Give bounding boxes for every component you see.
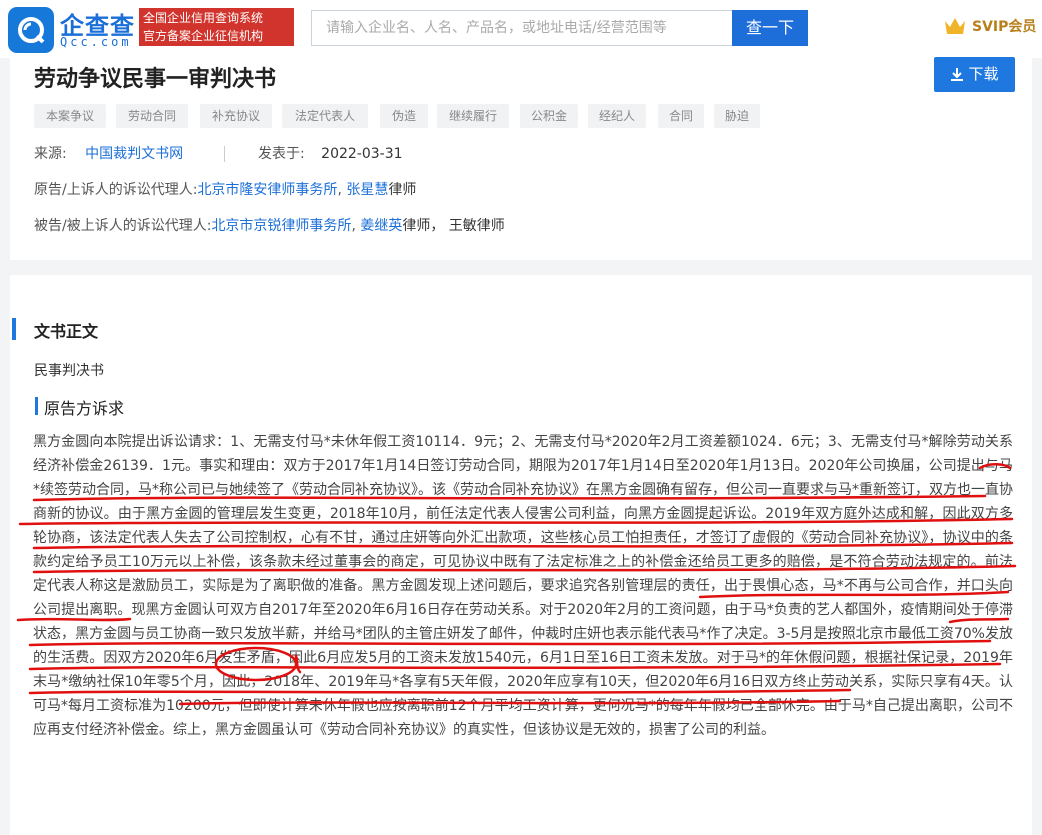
plaintiff-agent-row: 原告/上诉人的诉讼代理人:北京市隆安律师事务所, 张星慧律师: [34, 179, 416, 199]
page-title: 劳动争议民事一审判决书: [34, 67, 277, 92]
plaintiff-separator: ,: [337, 182, 342, 198]
svip-link[interactable]: SVIP会员: [972, 16, 1036, 36]
tag-item[interactable]: 经纪人: [588, 104, 646, 128]
tag-item[interactable]: 继续履行: [437, 104, 509, 128]
defendant-firm-link[interactable]: 北京市京锐律师事务所: [211, 218, 351, 234]
tag-item[interactable]: 本案争议: [34, 104, 106, 128]
defendant-agent-row: 被告/被上诉人的诉讼代理人:北京市京锐律师事务所, 姜继英律师， 王敏律师: [34, 215, 505, 235]
crown-icon: [945, 18, 965, 34]
defendant-lawyer-link[interactable]: 姜继英: [360, 218, 402, 234]
tag-item[interactable]: 胁迫: [714, 104, 760, 128]
plaintiff-firm-link[interactable]: 北京市隆安律师事务所: [197, 182, 337, 198]
tag-item[interactable]: 合同: [658, 104, 704, 128]
badge-line-1: 全国企业信用查询系统: [143, 11, 264, 25]
section-marker: [12, 318, 16, 340]
document-type: 民事判决书: [34, 363, 104, 379]
plaintiff-lawyer-link[interactable]: 张星慧: [346, 182, 388, 198]
section-title: 文书正文: [34, 322, 99, 341]
search-input[interactable]: 请输入企业名、人名、产品名，或地址电话/经营范围等: [311, 10, 732, 46]
published-label: 发表于:: [258, 146, 305, 162]
tag-item[interactable]: 补充协议: [200, 104, 272, 128]
divider: [224, 146, 225, 162]
source-link[interactable]: 中国裁判文书网: [85, 146, 183, 162]
download-button[interactable]: 下载: [934, 57, 1015, 92]
plaintiff-agent-label: 原告/上诉人的诉讼代理人:: [34, 182, 198, 198]
defendant-lawyer-suffix: 律师， 王敏律师: [402, 218, 505, 234]
document-paragraph: 黑方金圆向本院提出诉讼请求：1、无需支付马*未休年假工资10114．9元；2、无…: [33, 434, 1013, 738]
badge-line-2: 官方备案企业征信机构: [143, 29, 264, 43]
download-icon: [951, 68, 964, 81]
qcc-logo-icon[interactable]: [8, 7, 54, 53]
tag-item[interactable]: 法定代表人: [282, 104, 368, 128]
subsection-marker: [35, 397, 38, 415]
source-label: 来源:: [34, 146, 67, 162]
search-button[interactable]: 查一下: [732, 10, 808, 46]
defendant-agent-label: 被告/被上诉人的诉讼代理人:: [34, 218, 212, 234]
published-row: 发表于: 2022-03-31: [258, 143, 403, 163]
subsection-title: 原告方诉求: [44, 399, 125, 418]
tag-item[interactable]: 公积金: [520, 104, 578, 128]
logo-subtitle: Qcc.com: [60, 35, 132, 49]
official-badge: 全国企业信用查询系统 官方备案企业征信机构: [139, 8, 294, 46]
tag-item[interactable]: 劳动合同: [116, 104, 188, 128]
download-label: 下载: [968, 65, 999, 83]
plaintiff-lawyer-suffix: 律师: [388, 182, 417, 198]
source-row: 来源: 中国裁判文书网: [34, 143, 183, 163]
tag-item[interactable]: 伪造: [380, 104, 428, 128]
published-date: 2022-03-31: [321, 146, 403, 162]
defendant-separator: ,: [351, 218, 356, 234]
